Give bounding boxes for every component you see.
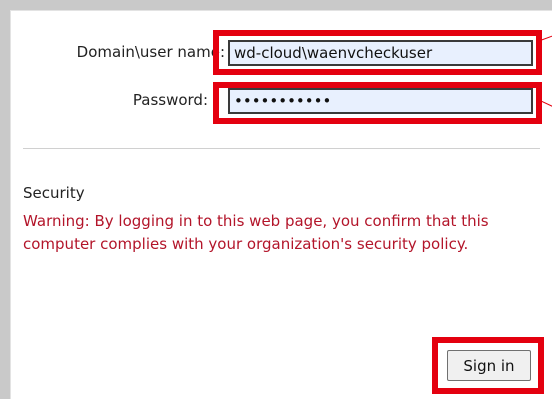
password-label: Password: — [132, 91, 208, 109]
security-heading: Security — [23, 184, 85, 202]
password-input[interactable] — [228, 88, 533, 114]
sign-in-button[interactable]: Sign in — [447, 350, 531, 381]
section-divider — [23, 148, 540, 149]
login-panel — [10, 10, 552, 399]
username-input[interactable] — [228, 40, 533, 66]
security-warning-text: Warning: By logging in to this web page,… — [23, 212, 489, 253]
username-label: Domain\user name: — [76, 43, 225, 61]
